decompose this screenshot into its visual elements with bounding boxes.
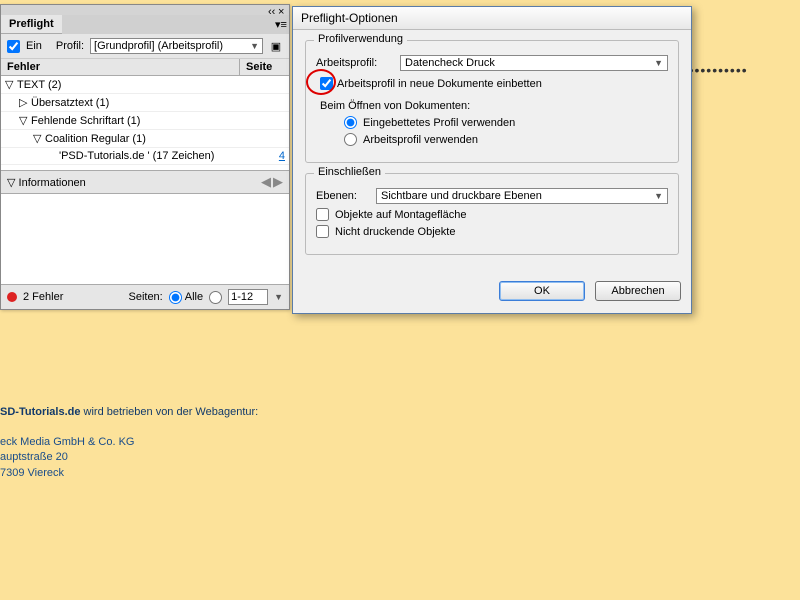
error-count: 2 Fehler <box>23 291 63 303</box>
chevron-down-icon: ▼ <box>654 58 663 68</box>
dialog-button-row: OK Abbrechen <box>293 275 691 313</box>
tree-label: Coalition Regular (1) <box>45 133 285 145</box>
tree-label: TEXT (2) <box>17 79 285 91</box>
work-profile-value: Datencheck Druck <box>405 57 495 69</box>
prev-icon[interactable]: ◀ <box>261 174 271 190</box>
layers-value: Sichtbare und druckbare Ebenen <box>381 190 542 202</box>
page-footer-text: SD-Tutorials.de wird betrieben von der W… <box>0 398 258 481</box>
chevron-down-icon: ▼ <box>654 191 663 201</box>
preflight-panel: ‹‹ × Preflight ▾≡ Ein Profil: [Grundprof… <box>0 4 290 310</box>
pages-all-radio[interactable]: Alle <box>169 291 203 304</box>
addr-city: 7309 Viereck <box>0 466 258 481</box>
use-embedded-radio[interactable] <box>344 116 357 129</box>
site-name: SD-Tutorials.de <box>0 406 80 418</box>
error-tree[interactable]: ▽ TEXT (2) ▷ Übersatztext (1) ▽ Fehlende… <box>1 76 289 170</box>
profile-label: Profil: <box>56 40 84 52</box>
tree-label: 'PSD-Tutorials.de ' (17 Zeichen) <box>59 150 245 162</box>
addr-street: auptstraße 20 <box>0 450 258 465</box>
footer-line1-rest: wird betrieben von der Webagentur: <box>80 406 258 418</box>
pages-range-input[interactable]: 1-12 <box>228 289 268 305</box>
addr-company: eck Media GmbH & Co. KG <box>0 435 258 450</box>
close-icon[interactable]: × <box>278 6 286 14</box>
preflight-options-dialog: Preflight-Optionen Profilverwendung Arbe… <box>292 6 692 314</box>
layers-label: Ebenen: <box>316 190 370 202</box>
tree-label: Fehlende Schriftart (1) <box>31 115 285 127</box>
twisty-open-icon[interactable]: ▽ <box>7 177 15 189</box>
chevron-down-icon[interactable]: ▼ <box>274 292 283 302</box>
pages-all-radio-input[interactable] <box>169 291 182 304</box>
on-open-label: Beim Öffnen von Dokumenten: <box>320 100 668 112</box>
preflight-on-checkbox[interactable] <box>7 40 20 53</box>
chevron-down-icon: ▼ <box>250 41 259 51</box>
tree-row[interactable]: ▷ Übersatztext (1) <box>1 94 289 112</box>
pasteboard-checkbox[interactable] <box>316 208 329 221</box>
profile-usage-group: Profilverwendung Arbeitsprofil: Datenche… <box>305 40 679 163</box>
col-page: Seite <box>239 59 289 75</box>
panel-tabbar: Preflight ▾≡ <box>1 15 289 34</box>
work-profile-label: Arbeitsprofil: <box>316 57 394 69</box>
use-embedded-label: Eingebettetes Profil verwenden <box>363 117 515 129</box>
tree-label: Übersatztext (1) <box>31 97 285 109</box>
panel-window-controls: ‹‹ × <box>1 5 289 15</box>
next-icon[interactable]: ▶ <box>273 174 283 190</box>
info-section-header[interactable]: ▽ Informationen ◀ ▶ <box>1 170 289 194</box>
info-label: Informationen <box>19 177 86 189</box>
tree-row[interactable]: ▽ Coalition Regular (1) <box>1 130 289 148</box>
profile-dropdown[interactable]: [Grundprofil] (Arbeitsprofil) ▼ <box>90 38 263 54</box>
pages-all-label: Alle <box>185 291 203 303</box>
pages-label: Seiten: <box>128 291 162 303</box>
cancel-button[interactable]: Abbrechen <box>595 281 681 301</box>
preflight-footer: 2 Fehler Seiten: Alle 1-12 ▼ <box>1 284 289 309</box>
error-list-header: Fehler Seite <box>1 59 289 76</box>
preflight-on-label: Ein <box>26 40 42 52</box>
use-work-label: Arbeitsprofil verwenden <box>363 134 478 146</box>
nonprinting-label: Nicht druckende Objekte <box>335 226 455 238</box>
pasteboard-label: Objekte auf Montagefläche <box>335 209 466 221</box>
include-group: Einschließen Ebenen: Sichtbare und druck… <box>305 173 679 255</box>
preflight-toolbar: Ein Profil: [Grundprofil] (Arbeitsprofil… <box>1 34 289 59</box>
error-indicator-icon <box>7 292 17 302</box>
tree-row-root[interactable]: ▽ TEXT (2) <box>1 76 289 94</box>
use-work-radio[interactable] <box>344 133 357 146</box>
dialog-title: Preflight-Optionen <box>293 7 691 30</box>
group-legend: Profilverwendung <box>314 33 407 45</box>
group-legend: Einschließen <box>314 166 385 178</box>
profile-value: [Grundprofil] (Arbeitsprofil) <box>94 40 223 52</box>
minimize-icon[interactable]: ‹‹ <box>268 6 276 14</box>
twisty-open-icon[interactable]: ▽ <box>33 132 45 145</box>
panel-menu-icon[interactable]: ▾≡ <box>273 18 289 31</box>
twisty-open-icon[interactable]: ▽ <box>19 114 31 127</box>
pages-range-radio[interactable] <box>209 291 222 304</box>
nonprinting-checkbox[interactable] <box>316 225 329 238</box>
embed-profile-icon[interactable]: ▣ <box>269 40 283 53</box>
embed-profile-label: Arbeitsprofil in neue Dokumente einbette… <box>337 78 542 90</box>
info-body <box>1 194 289 284</box>
work-profile-dropdown[interactable]: Datencheck Druck ▼ <box>400 55 668 71</box>
tree-row[interactable]: ▽ Fehlende Schriftart (1) <box>1 112 289 130</box>
ok-button[interactable]: OK <box>499 281 585 301</box>
twisty-closed-icon[interactable]: ▷ <box>19 96 31 109</box>
tab-preflight[interactable]: Preflight <box>1 15 62 34</box>
col-errors: Fehler <box>1 59 239 75</box>
tree-row[interactable]: 'PSD-Tutorials.de ' (17 Zeichen) 4 <box>1 148 289 165</box>
twisty-open-icon[interactable]: ▽ <box>5 78 17 91</box>
embed-profile-checkbox[interactable] <box>320 77 333 90</box>
layers-dropdown[interactable]: Sichtbare und druckbare Ebenen ▼ <box>376 188 668 204</box>
page-link[interactable]: 4 <box>245 150 285 162</box>
embed-checkbox-row[interactable]: Arbeitsprofil in neue Dokumente einbette… <box>316 75 546 92</box>
